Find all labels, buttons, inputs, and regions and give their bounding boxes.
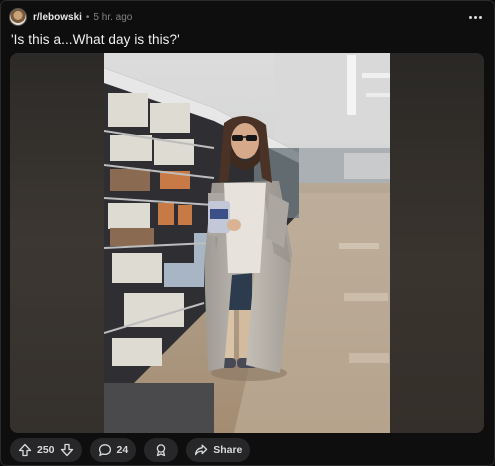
award-icon — [156, 444, 166, 457]
post-timestamp: 5 hr. ago — [93, 11, 133, 23]
action-bar: 250 24 Share — [10, 438, 251, 462]
upvote-icon[interactable] — [18, 443, 32, 457]
supermarket-photo — [104, 53, 390, 433]
post-image[interactable] — [104, 53, 390, 433]
media-blur-right — [390, 53, 484, 433]
vote-score: 250 — [37, 444, 55, 456]
subreddit-avatar[interactable] — [9, 8, 27, 26]
downvote-icon[interactable] — [60, 443, 74, 457]
vote-pill: 250 — [10, 438, 82, 462]
comment-count: 24 — [116, 444, 129, 456]
post-card: r/lebowski • 5 hr. ago 'Is this a...What… — [0, 0, 495, 466]
post-header: r/lebowski • 5 hr. ago — [9, 7, 486, 27]
comment-icon — [98, 444, 111, 457]
award-button[interactable] — [144, 438, 179, 462]
separator-dot: • — [85, 11, 90, 23]
post-media[interactable] — [10, 53, 484, 433]
more-options-icon[interactable] — [464, 8, 486, 26]
share-label: Share — [213, 444, 243, 456]
share-button[interactable]: Share — [186, 438, 251, 462]
comments-button[interactable]: 24 — [89, 438, 137, 462]
media-blur-left — [10, 53, 104, 433]
share-icon — [195, 444, 208, 456]
post-title[interactable]: 'Is this a...What day is this?' — [11, 32, 180, 47]
subreddit-name[interactable]: r/lebowski — [33, 12, 82, 23]
